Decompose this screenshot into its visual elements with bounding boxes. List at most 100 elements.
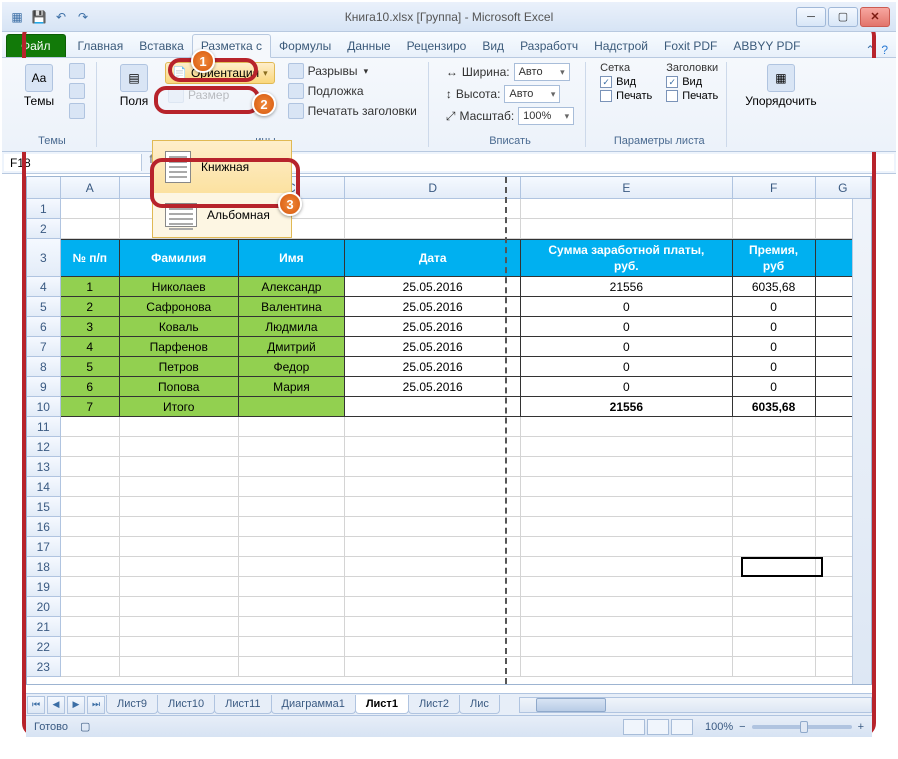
horizontal-scrollbar[interactable]: [519, 697, 872, 713]
cell[interactable]: [521, 477, 732, 497]
cell[interactable]: [61, 577, 120, 597]
cell[interactable]: [61, 497, 120, 517]
row-header[interactable]: 20: [27, 597, 61, 617]
cell[interactable]: [521, 657, 732, 677]
cell[interactable]: [61, 477, 120, 497]
height-combo[interactable]: Авто: [504, 85, 560, 103]
cell[interactable]: [733, 597, 816, 617]
cell[interactable]: [239, 477, 346, 497]
tab-insert[interactable]: Вставка: [131, 35, 192, 57]
cell[interactable]: [120, 457, 239, 477]
cell[interactable]: [521, 617, 732, 637]
cell[interactable]: [521, 219, 732, 239]
undo-icon[interactable]: ↶: [52, 8, 70, 26]
cell[interactable]: 25.05.2016: [345, 377, 521, 397]
cell[interactable]: Александр: [239, 277, 346, 297]
row-header[interactable]: 13: [27, 457, 61, 477]
row-header[interactable]: 15: [27, 497, 61, 517]
cell[interactable]: [239, 457, 346, 477]
cell[interactable]: 0: [521, 297, 732, 317]
col-header-e[interactable]: E: [521, 177, 732, 198]
col-header-g[interactable]: G: [816, 177, 871, 198]
cell[interactable]: [345, 537, 521, 557]
scale-spinner[interactable]: 100%: [518, 107, 574, 125]
cell[interactable]: [733, 417, 816, 437]
cell[interactable]: 6035,68: [733, 397, 816, 417]
cell[interactable]: [120, 637, 239, 657]
row-header[interactable]: 23: [27, 657, 61, 677]
width-combo[interactable]: Авто: [514, 63, 570, 81]
row-header[interactable]: 1: [27, 199, 61, 219]
cell[interactable]: 1: [61, 277, 120, 297]
sheet-tab[interactable]: Диаграмма1: [271, 695, 356, 714]
cell[interactable]: Мария: [239, 377, 346, 397]
cell[interactable]: [239, 437, 346, 457]
breaks-button[interactable]: Разрывы▾: [285, 62, 420, 80]
row-header[interactable]: 10: [27, 397, 61, 417]
cell[interactable]: [239, 497, 346, 517]
cell[interactable]: [733, 437, 816, 457]
cell[interactable]: 2: [61, 297, 120, 317]
cell[interactable]: 0: [521, 357, 732, 377]
row-header[interactable]: 18: [27, 557, 61, 577]
name-box[interactable]: F18: [4, 154, 142, 171]
cell[interactable]: [345, 199, 521, 219]
sheet-tab[interactable]: Лист9: [106, 695, 158, 714]
cell[interactable]: 25.05.2016: [345, 277, 521, 297]
view-pagebreak-button[interactable]: [671, 719, 693, 735]
row-header[interactable]: 3: [27, 239, 61, 277]
redo-icon[interactable]: ↷: [74, 8, 92, 26]
row-header[interactable]: 17: [27, 537, 61, 557]
row-header[interactable]: 8: [27, 357, 61, 377]
zoom-slider[interactable]: [752, 725, 852, 729]
tab-abbyy[interactable]: ABBYY PDF: [725, 35, 808, 57]
tab-home[interactable]: Главная: [70, 35, 132, 57]
cell[interactable]: [345, 517, 521, 537]
cell[interactable]: 0: [521, 337, 732, 357]
cell[interactable]: Фамилия: [120, 239, 239, 277]
cell[interactable]: [239, 617, 346, 637]
headings-print-checkbox[interactable]: Печать: [666, 90, 718, 102]
cell[interactable]: [521, 417, 732, 437]
cell[interactable]: [521, 637, 732, 657]
cell[interactable]: 0: [733, 377, 816, 397]
cell[interactable]: [345, 617, 521, 637]
row-header[interactable]: 11: [27, 417, 61, 437]
cell[interactable]: [816, 557, 871, 577]
cell[interactable]: [816, 537, 871, 557]
orientation-portrait-item[interactable]: Книжная: [153, 141, 291, 193]
print-titles-button[interactable]: Печатать заголовки: [285, 102, 420, 120]
cell[interactable]: Попова: [120, 377, 239, 397]
cell[interactable]: [733, 637, 816, 657]
cell[interactable]: 0: [733, 297, 816, 317]
cell[interactable]: [521, 577, 732, 597]
cell[interactable]: Людмила: [239, 317, 346, 337]
sheet-tab[interactable]: Лист2: [408, 695, 460, 714]
cell[interactable]: 0: [733, 337, 816, 357]
cell[interactable]: Сафронова: [120, 297, 239, 317]
close-button[interactable]: ✕: [860, 7, 890, 27]
minimize-ribbon-icon[interactable]: ⌃: [865, 43, 875, 57]
cell[interactable]: [120, 537, 239, 557]
cell[interactable]: [816, 657, 871, 677]
cell[interactable]: Федор: [239, 357, 346, 377]
cell[interactable]: 25.05.2016: [345, 297, 521, 317]
cell[interactable]: Коваль: [120, 317, 239, 337]
cell[interactable]: 6035,68: [733, 277, 816, 297]
sheet-tab[interactable]: Лис: [459, 695, 500, 714]
cell[interactable]: [61, 537, 120, 557]
cell[interactable]: [345, 577, 521, 597]
orientation-landscape-item[interactable]: Альбомная: [153, 193, 291, 237]
cell[interactable]: [345, 597, 521, 617]
cell[interactable]: [816, 497, 871, 517]
cell[interactable]: [239, 637, 346, 657]
cell[interactable]: [239, 557, 346, 577]
cell[interactable]: 0: [733, 317, 816, 337]
cell[interactable]: [61, 597, 120, 617]
zoom-slider-thumb[interactable]: [800, 721, 808, 733]
maximize-button[interactable]: ▢: [828, 7, 858, 27]
cell[interactable]: 21556: [521, 397, 732, 417]
cell[interactable]: Премия,руб: [733, 239, 816, 277]
cell[interactable]: [733, 657, 816, 677]
margins-button[interactable]: ▤ Поля: [111, 62, 157, 110]
